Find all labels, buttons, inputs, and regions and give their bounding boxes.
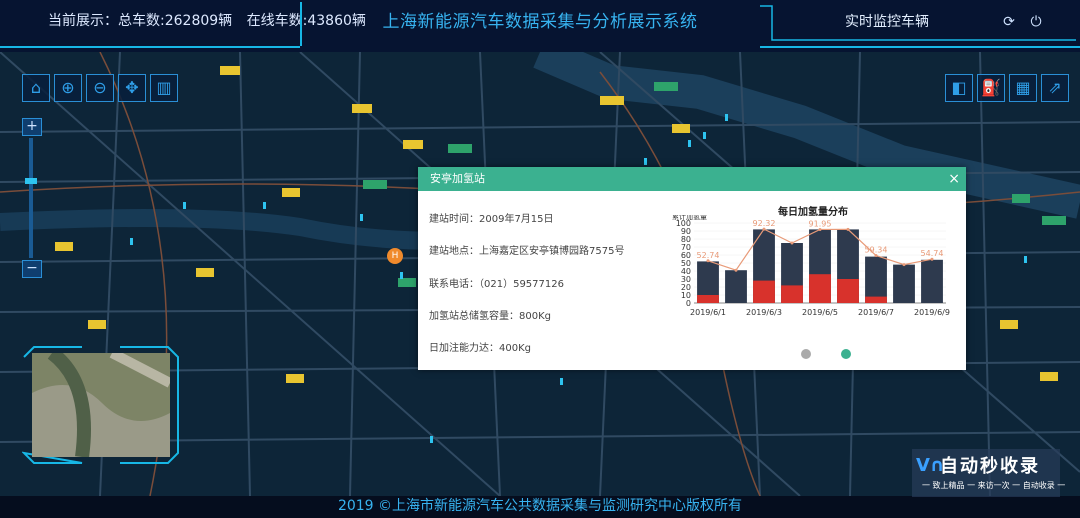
overview-map[interactable] [22,345,180,465]
y-tick-label: 30 [681,275,691,284]
layer-toolbar: ◧ ⛽ ▦ ⇗ [945,74,1069,102]
bar-total [893,264,915,303]
line-point [790,241,794,245]
data-label: 59.34 [865,246,888,255]
watermark: V∩ 自动秒收录 一 致上精品 一 来访一次 一 自动收录 一 [912,449,1065,497]
y-tick-label: 20 [681,283,691,292]
station-popup: 安亭加氢站 × 建站时间：2009年7月15日 建站地点：上海嘉定区安亭镇博园路… [418,167,966,370]
frame-line-left [0,46,300,48]
y-tick-label: 100 [676,219,691,228]
y-tick-label: 40 [681,267,691,276]
y-tick-label: 70 [681,243,691,252]
zoom-out-icon[interactable]: ⊖ [86,74,114,102]
y-tick-label: 0 [686,299,691,308]
footer-copyright: 2019 ©上海市新能源汽车公共数据采集与监测研究中心版权所有 [337,498,743,514]
bar-total [865,256,887,303]
x-tick-label: 2019/6/7 [858,308,894,317]
x-tick-label: 2019/6/9 [914,308,950,317]
x-tick-label: 2019/6/1 [690,308,726,317]
zoom-out-button[interactable]: − [22,260,42,278]
daily-capacity: 日加注能力达：400Kg [429,343,531,354]
hydrogen-station-marker[interactable]: H [387,248,403,264]
pan-icon[interactable]: ✥ [118,74,146,102]
bar-portion [837,279,859,303]
y-tick-label: 90 [681,227,691,236]
line-point [846,227,850,231]
line-point [902,263,906,267]
bar-portion [781,285,803,303]
road-icon[interactable]: ⇗ [1041,74,1069,102]
frame-line-right [760,46,1080,48]
data-label: 52.74 [697,251,720,260]
home-icon[interactable]: ⌂ [22,74,50,102]
hydrogen-chart: 累计加氢量010203040506070809010052.7492.32 91.… [672,215,950,317]
power-icon[interactable]: ⏻ [1028,14,1044,30]
address: 建站地点：上海嘉定区安亭镇博园路7575号 [429,246,625,257]
popup-title: 安亭加氢站 [430,172,485,185]
line-point [734,268,738,272]
total-vehicles: 当前展示：总车数:262809辆 [48,13,233,29]
bar-portion [697,295,719,303]
build-time: 建站时间：2009年7月15日 [429,214,554,225]
top-bar: 当前展示：总车数:262809辆 在线车数:43860辆 上海新能源汽车数据采集… [0,0,1080,52]
pager-dot-1[interactable] [801,349,811,359]
zoom-thumb[interactable] [25,178,37,184]
camera-icon[interactable]: ◧ [945,74,973,102]
watermark-subtitle: 一 致上精品 一 来访一次 一 自动收录 一 [922,481,1066,490]
zoom-in-rect-icon[interactable]: ⊕ [54,74,82,102]
bar-total [725,270,747,303]
y-tick-label: 80 [681,235,691,244]
frame-line-mid [300,2,302,46]
data-label: 54.74 [921,249,944,258]
page-title: 上海新能源汽车数据采集与分析展示系统 [382,12,698,32]
y-tick-label: 10 [681,291,691,300]
pager-dot-2[interactable] [841,349,851,359]
bar-portion [865,296,887,303]
y-tick-label: 60 [681,251,691,260]
storage-capacity: 加氢站总储氢容量：800Kg [429,311,551,322]
y-tick-label: 50 [681,259,691,268]
data-label: 91.95 [809,219,832,228]
zoom-slider[interactable]: + − [22,118,42,278]
x-tick-label: 2019/6/3 [746,308,782,317]
bar-total [921,259,943,303]
fuel-station-icon[interactable]: ⛽ [977,74,1005,102]
realtime-monitor-label[interactable]: 实时监控车辆 [845,11,929,31]
popup-header: 安亭加氢站 × [418,167,966,191]
map-toolbar: ⌂ ⊕ ⊖ ✥ ▥ [22,74,178,102]
map-icon[interactable]: ▦ [1009,74,1037,102]
watermark-title: 自动秒收录 [940,456,1040,477]
phone: 联系电话：（021）59577126 [429,279,564,290]
refresh-icon[interactable]: ⟳ [1001,14,1017,30]
bar-portion [809,274,831,303]
bar-portion [753,280,775,303]
zoom-in-button[interactable]: + [22,118,42,136]
x-tick-label: 2019/6/5 [802,308,838,317]
close-icon[interactable]: × [948,167,960,191]
data-label: 92.32 [753,219,776,228]
overview-image [32,353,170,457]
trash-icon[interactable]: ▥ [150,74,178,102]
zoom-track[interactable] [29,138,33,258]
